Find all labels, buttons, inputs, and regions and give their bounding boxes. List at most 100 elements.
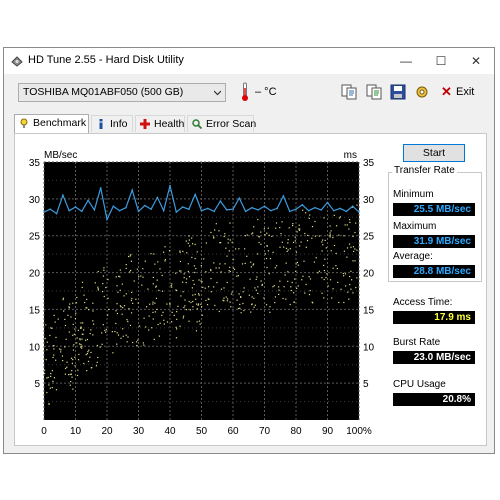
access-time-point bbox=[62, 298, 64, 301]
copy-text-icon[interactable] bbox=[341, 84, 357, 100]
access-time-point bbox=[129, 255, 131, 257]
access-time-point bbox=[220, 271, 222, 273]
access-time-point bbox=[154, 302, 156, 304]
access-time-point bbox=[333, 214, 335, 217]
access-time-point bbox=[60, 349, 62, 351]
maximize-button[interactable]: ☐ bbox=[423, 48, 459, 74]
access-time-point bbox=[342, 272, 344, 275]
access-time-point bbox=[314, 220, 316, 223]
access-time-point bbox=[292, 224, 294, 227]
access-time-point bbox=[46, 341, 48, 343]
access-time-point bbox=[163, 251, 165, 253]
access-time-point bbox=[300, 241, 302, 243]
tab-info[interactable]: Info bbox=[91, 115, 133, 132]
access-time-point bbox=[131, 297, 133, 300]
access-time-point bbox=[83, 329, 85, 331]
access-time-point bbox=[147, 288, 149, 290]
access-time-point bbox=[107, 314, 109, 316]
y-axis-unit-left: MB/sec bbox=[44, 150, 77, 161]
access-time-point bbox=[46, 349, 48, 351]
access-time-point bbox=[158, 335, 161, 337]
access-time-point bbox=[92, 302, 94, 304]
access-time-point bbox=[282, 297, 284, 300]
average-label: Average: bbox=[393, 251, 433, 262]
access-time-point bbox=[97, 286, 99, 288]
access-time-point bbox=[72, 388, 74, 390]
page-background bbox=[0, 454, 500, 500]
access-time-point bbox=[59, 348, 61, 350]
access-time-point bbox=[201, 281, 203, 283]
access-time-point bbox=[187, 270, 189, 273]
access-time-point bbox=[182, 291, 184, 293]
burst-rate-label: Burst Rate bbox=[393, 337, 441, 348]
access-time-point bbox=[89, 356, 91, 358]
options-icon[interactable] bbox=[414, 84, 430, 100]
access-time-point bbox=[299, 245, 301, 247]
access-time-point bbox=[318, 270, 321, 272]
access-time-point bbox=[223, 287, 225, 289]
exit-label: Exit bbox=[456, 86, 475, 98]
access-time-point bbox=[304, 292, 306, 294]
close-button[interactable]: ✕ bbox=[458, 48, 494, 74]
access-time-point bbox=[343, 235, 345, 237]
tab-health[interactable]: Health bbox=[135, 115, 185, 132]
y-tick-label-right: 10 bbox=[363, 342, 375, 353]
access-time-point bbox=[182, 250, 184, 253]
access-time-point bbox=[136, 268, 138, 270]
save-icon[interactable] bbox=[390, 84, 406, 100]
access-time-point bbox=[145, 326, 147, 328]
access-time-point bbox=[261, 284, 263, 287]
transfer-rate-point bbox=[181, 206, 184, 208]
access-time-point bbox=[180, 295, 182, 297]
access-time-point bbox=[233, 268, 236, 270]
access-time-point bbox=[349, 275, 351, 278]
x-tick-label: 40 bbox=[164, 426, 176, 437]
access-time-point bbox=[69, 373, 71, 375]
maximum-value: 31.9 MB/sec bbox=[393, 235, 475, 248]
minimize-button[interactable]: — bbox=[388, 48, 424, 74]
access-time-point bbox=[171, 286, 173, 288]
access-time-point bbox=[308, 276, 310, 278]
access-time-point bbox=[191, 237, 193, 239]
access-time-point bbox=[309, 214, 311, 216]
access-time-point bbox=[114, 330, 116, 333]
access-time-point bbox=[263, 297, 265, 299]
access-time-point bbox=[143, 317, 145, 319]
access-time-point bbox=[257, 253, 259, 255]
tab-benchmark[interactable]: Benchmark bbox=[14, 114, 89, 133]
transfer-rate-point bbox=[225, 209, 228, 211]
access-time-point bbox=[329, 279, 332, 281]
access-time-point bbox=[52, 356, 54, 359]
access-time-point bbox=[355, 286, 357, 289]
access-time-point bbox=[311, 225, 314, 228]
access-time-point bbox=[275, 222, 278, 224]
copy-info-icon[interactable] bbox=[366, 84, 382, 100]
access-time-point bbox=[154, 263, 156, 265]
access-time-point bbox=[344, 224, 346, 226]
access-time-point bbox=[272, 286, 274, 288]
access-time-point bbox=[298, 228, 300, 230]
tab-error-scan[interactable]: Error Scan bbox=[187, 115, 256, 132]
access-time-point bbox=[129, 324, 132, 327]
access-time-point bbox=[218, 267, 220, 269]
start-button[interactable]: Start bbox=[403, 144, 465, 162]
drive-select[interactable]: TOSHIBA MQ01ABF050 (500 GB) bbox=[18, 83, 226, 102]
access-time-point bbox=[97, 356, 99, 359]
access-time-point bbox=[119, 305, 122, 307]
access-time-point bbox=[288, 227, 290, 229]
access-time-point bbox=[286, 250, 288, 253]
access-time-point bbox=[266, 245, 268, 247]
access-time-point bbox=[173, 314, 175, 317]
access-time-point bbox=[230, 293, 233, 295]
access-time-point bbox=[101, 343, 103, 345]
access-time-point bbox=[70, 373, 72, 375]
transfer-rate-point bbox=[238, 197, 241, 199]
title-bar: HD Tune 2.55 - Hard Disk Utility — ☐ ✕ bbox=[4, 48, 494, 74]
access-time-point bbox=[244, 248, 246, 250]
access-time-point bbox=[97, 270, 99, 273]
access-time-point bbox=[250, 261, 252, 263]
access-time-point bbox=[125, 334, 127, 336]
access-time-point bbox=[51, 386, 53, 389]
access-time-point bbox=[175, 337, 178, 339]
access-time-point bbox=[284, 274, 286, 276]
